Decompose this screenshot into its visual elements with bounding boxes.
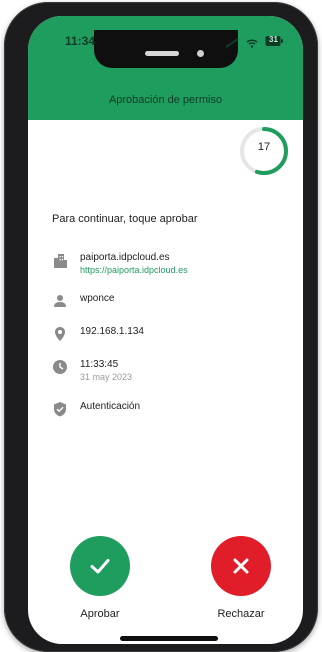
detail-row-user: wponce [52, 293, 114, 309]
location-pin-icon [52, 326, 68, 342]
battery-icon: 31 [265, 34, 283, 46]
reject-action: Rechazar [210, 536, 272, 620]
notch [94, 30, 238, 68]
header: 11:34 31 Aprobación de permiso [28, 16, 303, 120]
approve-button[interactable] [70, 536, 130, 596]
instruction-text: Para continuar, toque aprobar [52, 213, 198, 225]
app-screen: 11:34 31 Aprobación de permiso 17 Para c… [28, 16, 303, 644]
countdown-value: 17 [257, 141, 271, 153]
approve-action: Aprobar [69, 536, 131, 620]
page-title: Aprobación de permiso [108, 94, 223, 106]
phone-frame: 11:34 31 Aprobación de permiso 17 Para c… [4, 2, 318, 652]
ip-address: 192.168.1.134 [80, 326, 144, 337]
clock-icon [52, 359, 68, 375]
home-indicator[interactable] [120, 636, 218, 641]
wifi-icon [245, 35, 259, 48]
request-time: 11:33:45 [80, 359, 119, 370]
approve-label: Aprobar [80, 608, 120, 620]
checkmark-icon [90, 559, 110, 574]
user-icon [52, 293, 68, 309]
request-date: 31 may 2023 [80, 372, 133, 382]
signal-icon [225, 35, 239, 48]
reject-button[interactable] [211, 536, 271, 596]
action-type: Autenticación [80, 401, 141, 412]
detail-row-ip: 192.168.1.134 [52, 326, 144, 342]
detail-row-site: paiporta.idpcloud.es https://paiporta.id… [52, 252, 188, 275]
close-icon [233, 558, 249, 574]
battery-label: 31 [269, 35, 278, 44]
site-name: paiporta.idpcloud.es [80, 252, 170, 263]
speaker-grille [145, 51, 179, 56]
status-icons: 31 [225, 34, 283, 48]
detail-row-action: Autenticación [52, 401, 140, 417]
camera-dot [197, 50, 204, 57]
reject-label: Rechazar [217, 608, 265, 620]
countdown-timer: 17 [237, 124, 291, 178]
building-icon [52, 252, 68, 268]
detail-row-time: 11:33:45 31 may 2023 [52, 359, 132, 382]
status-time: 11:34 [65, 34, 96, 48]
action-area: Aprobar Rechazar [28, 536, 303, 636]
shield-check-icon [52, 401, 68, 417]
site-url: https://paiporta.idpcloud.es [80, 265, 188, 275]
user-name: wponce [80, 293, 115, 304]
